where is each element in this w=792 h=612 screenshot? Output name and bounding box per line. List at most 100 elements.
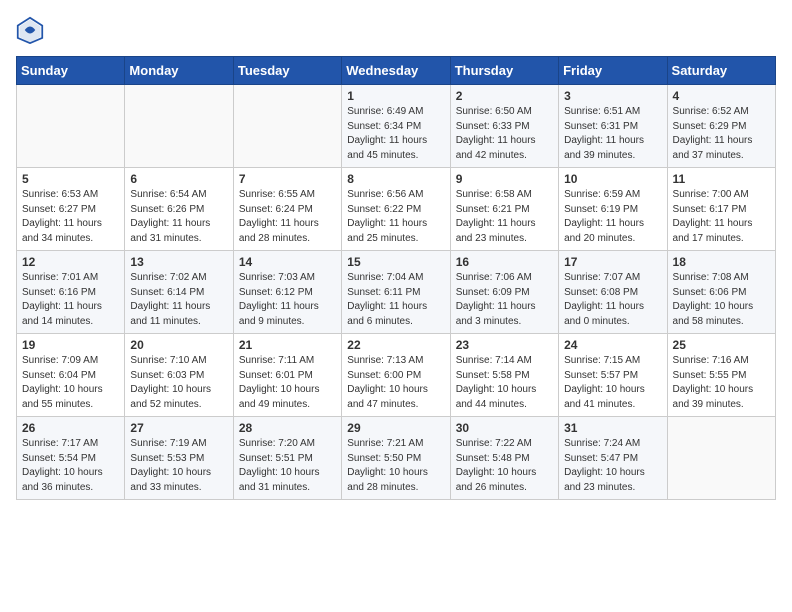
- day-info: Sunrise: 7:09 AM Sunset: 6:04 PM Dayligh…: [22, 354, 119, 412]
- weekday-header: Saturday: [667, 57, 775, 85]
- day-info: Sunrise: 7:16 AM Sunset: 5:55 PM Dayligh…: [673, 354, 770, 412]
- calendar-cell: [667, 417, 775, 500]
- day-info: Sunrise: 6:58 AM Sunset: 6:21 PM Dayligh…: [456, 188, 553, 246]
- calendar-cell: 16Sunrise: 7:06 AM Sunset: 6:09 PM Dayli…: [450, 251, 558, 334]
- weekday-header: Friday: [559, 57, 667, 85]
- calendar-cell: 24Sunrise: 7:15 AM Sunset: 5:57 PM Dayli…: [559, 334, 667, 417]
- day-number: 31: [564, 421, 661, 435]
- calendar-cell: 19 Sunrise: 7:09 AM Sunset: 6:04 PM Dayli…: [17, 334, 125, 417]
- day-info: Sunrise: 7:00 AM Sunset: 6:17 PM Dayligh…: [673, 188, 770, 246]
- day-number: 8: [347, 172, 444, 186]
- weekday-header: Sunday: [17, 57, 125, 85]
- calendar-cell: 12Sunrise: 7:01 AM Sunset: 6:16 PM Dayli…: [17, 251, 125, 334]
- day-number: 17: [564, 255, 661, 269]
- day-number: 3: [564, 89, 661, 103]
- day-number: 21: [239, 338, 336, 352]
- day-info: Sunrise: 7:17 AM Sunset: 5:54 PM Dayligh…: [22, 437, 119, 495]
- calendar-cell: 21 Sunrise: 7:11 AM Sunset: 6:01 PM Dayli…: [233, 334, 341, 417]
- day-number: 24: [564, 338, 661, 352]
- day-number: 15: [347, 255, 444, 269]
- calendar-cell: 20 Sunrise: 7:10 AM Sunset: 6:03 PM Dayli…: [125, 334, 233, 417]
- day-info: Sunrise: 7:04 AM Sunset: 6:11 PM Dayligh…: [347, 271, 444, 329]
- day-info: Sunrise: 7:11 AM Sunset: 6:01 PM Dayligh…: [239, 354, 336, 412]
- calendar-cell: [125, 85, 233, 168]
- calendar-cell: 29Sunrise: 7:21 AM Sunset: 5:50 PM Dayli…: [342, 417, 450, 500]
- day-number: 25: [673, 338, 770, 352]
- calendar-cell: 17 Sunrise: 7:07 AM Sunset: 6:08 PM Dayli…: [559, 251, 667, 334]
- calendar-table: SundayMondayTuesdayWednesdayThursdayFrid…: [16, 56, 776, 500]
- weekday-header: Wednesday: [342, 57, 450, 85]
- calendar-cell: 14 Sunrise: 7:03 AM Sunset: 6:12 PM Dayli…: [233, 251, 341, 334]
- day-info: Sunrise: 7:07 AM Sunset: 6:08 PM Dayligh…: [564, 271, 661, 329]
- day-number: 10: [564, 172, 661, 186]
- day-number: 9: [456, 172, 553, 186]
- day-number: 19: [22, 338, 119, 352]
- logo-icon: [16, 16, 44, 44]
- day-info: Sunrise: 6:49 AM Sunset: 6:34 PM Dayligh…: [347, 105, 444, 163]
- calendar-week-row: 12Sunrise: 7:01 AM Sunset: 6:16 PM Dayli…: [17, 251, 776, 334]
- day-number: 22: [347, 338, 444, 352]
- day-number: 11: [673, 172, 770, 186]
- calendar-header: SundayMondayTuesdayWednesdayThursdayFrid…: [17, 57, 776, 85]
- day-info: Sunrise: 6:52 AM Sunset: 6:29 PM Dayligh…: [673, 105, 770, 163]
- logo: [16, 16, 48, 44]
- day-info: Sunrise: 7:13 AM Sunset: 6:00 PM Dayligh…: [347, 354, 444, 412]
- day-number: 6: [130, 172, 227, 186]
- calendar-cell: 30Sunrise: 7:22 AM Sunset: 5:48 PM Dayli…: [450, 417, 558, 500]
- calendar-cell: 11 Sunrise: 7:00 AM Sunset: 6:17 PM Dayli…: [667, 168, 775, 251]
- day-number: 2: [456, 89, 553, 103]
- weekday-header: Thursday: [450, 57, 558, 85]
- calendar-cell: 18Sunrise: 7:08 AM Sunset: 6:06 PM Dayli…: [667, 251, 775, 334]
- calendar-cell: 9 Sunrise: 6:58 AM Sunset: 6:21 PM Daylig…: [450, 168, 558, 251]
- calendar-cell: 25 Sunrise: 7:16 AM Sunset: 5:55 PM Dayli…: [667, 334, 775, 417]
- day-info: Sunrise: 6:53 AM Sunset: 6:27 PM Dayligh…: [22, 188, 119, 246]
- calendar-week-row: 26Sunrise: 7:17 AM Sunset: 5:54 PM Dayli…: [17, 417, 776, 500]
- day-info: Sunrise: 7:14 AM Sunset: 5:58 PM Dayligh…: [456, 354, 553, 412]
- day-info: Sunrise: 7:01 AM Sunset: 6:16 PM Dayligh…: [22, 271, 119, 329]
- day-number: 20: [130, 338, 227, 352]
- day-number: 28: [239, 421, 336, 435]
- day-info: Sunrise: 7:20 AM Sunset: 5:51 PM Dayligh…: [239, 437, 336, 495]
- calendar-week-row: 5 Sunrise: 6:53 AM Sunset: 6:27 PM Daylig…: [17, 168, 776, 251]
- day-number: 4: [673, 89, 770, 103]
- day-info: Sunrise: 7:02 AM Sunset: 6:14 PM Dayligh…: [130, 271, 227, 329]
- day-info: Sunrise: 6:54 AM Sunset: 6:26 PM Dayligh…: [130, 188, 227, 246]
- page-header: [16, 16, 776, 44]
- calendar-cell: 5 Sunrise: 6:53 AM Sunset: 6:27 PM Daylig…: [17, 168, 125, 251]
- calendar-body: 1 Sunrise: 6:49 AM Sunset: 6:34 PM Daylig…: [17, 85, 776, 500]
- calendar-cell: 23Sunrise: 7:14 AM Sunset: 5:58 PM Dayli…: [450, 334, 558, 417]
- day-number: 29: [347, 421, 444, 435]
- calendar-cell: 3 Sunrise: 6:51 AM Sunset: 6:31 PM Daylig…: [559, 85, 667, 168]
- calendar-cell: 26Sunrise: 7:17 AM Sunset: 5:54 PM Dayli…: [17, 417, 125, 500]
- calendar-cell: 8 Sunrise: 6:56 AM Sunset: 6:22 PM Daylig…: [342, 168, 450, 251]
- day-info: Sunrise: 6:56 AM Sunset: 6:22 PM Dayligh…: [347, 188, 444, 246]
- weekday-row: SundayMondayTuesdayWednesdayThursdayFrid…: [17, 57, 776, 85]
- day-number: 7: [239, 172, 336, 186]
- calendar-cell: 22 Sunrise: 7:13 AM Sunset: 6:00 PM Dayli…: [342, 334, 450, 417]
- calendar-week-row: 19 Sunrise: 7:09 AM Sunset: 6:04 PM Dayli…: [17, 334, 776, 417]
- day-number: 14: [239, 255, 336, 269]
- day-info: Sunrise: 7:22 AM Sunset: 5:48 PM Dayligh…: [456, 437, 553, 495]
- calendar-cell: 10 Sunrise: 6:59 AM Sunset: 6:19 PM Dayli…: [559, 168, 667, 251]
- day-number: 5: [22, 172, 119, 186]
- day-info: Sunrise: 6:50 AM Sunset: 6:33 PM Dayligh…: [456, 105, 553, 163]
- day-info: Sunrise: 6:59 AM Sunset: 6:19 PM Dayligh…: [564, 188, 661, 246]
- calendar-cell: 6 Sunrise: 6:54 AM Sunset: 6:26 PM Daylig…: [125, 168, 233, 251]
- day-info: Sunrise: 7:06 AM Sunset: 6:09 PM Dayligh…: [456, 271, 553, 329]
- day-info: Sunrise: 7:08 AM Sunset: 6:06 PM Dayligh…: [673, 271, 770, 329]
- day-info: Sunrise: 6:55 AM Sunset: 6:24 PM Dayligh…: [239, 188, 336, 246]
- day-number: 13: [130, 255, 227, 269]
- calendar-cell: 7 Sunrise: 6:55 AM Sunset: 6:24 PM Daylig…: [233, 168, 341, 251]
- day-number: 27: [130, 421, 227, 435]
- day-number: 1: [347, 89, 444, 103]
- calendar-cell: 15 Sunrise: 7:04 AM Sunset: 6:11 PM Dayli…: [342, 251, 450, 334]
- calendar-cell: 13 Sunrise: 7:02 AM Sunset: 6:14 PM Dayli…: [125, 251, 233, 334]
- day-info: Sunrise: 7:24 AM Sunset: 5:47 PM Dayligh…: [564, 437, 661, 495]
- calendar-cell: [17, 85, 125, 168]
- calendar-cell: 27Sunrise: 7:19 AM Sunset: 5:53 PM Dayli…: [125, 417, 233, 500]
- day-info: Sunrise: 7:10 AM Sunset: 6:03 PM Dayligh…: [130, 354, 227, 412]
- day-info: Sunrise: 6:51 AM Sunset: 6:31 PM Dayligh…: [564, 105, 661, 163]
- calendar-cell: [233, 85, 341, 168]
- day-info: Sunrise: 7:03 AM Sunset: 6:12 PM Dayligh…: [239, 271, 336, 329]
- calendar-cell: 28 Sunrise: 7:20 AM Sunset: 5:51 PM Dayli…: [233, 417, 341, 500]
